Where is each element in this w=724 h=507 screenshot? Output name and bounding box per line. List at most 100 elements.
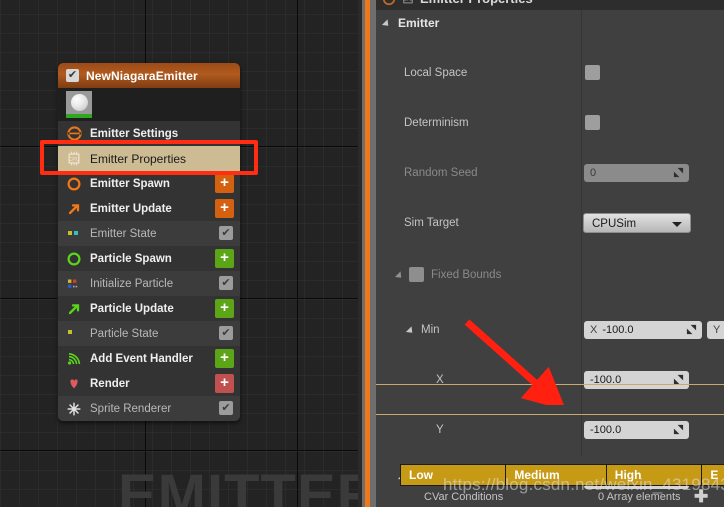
panel-splitter[interactable] (358, 0, 376, 507)
chevron-down-icon[interactable] (405, 326, 416, 336)
stack-row-label: Render (90, 377, 130, 390)
stack-row-particle-state[interactable]: Particle State ✔ (58, 321, 240, 346)
circle-orange-icon (66, 176, 82, 192)
stack-row-emitter-state[interactable]: Emitter State ✔ (58, 221, 240, 246)
graph-watermark: EMITTER (118, 463, 358, 507)
init-squares-icon (66, 276, 82, 292)
stack-row-label: Particle State (90, 327, 159, 340)
property-label: Y (436, 423, 444, 436)
emitter-thumbnail[interactable] (66, 91, 92, 118)
min-x-field[interactable]: -100.0 (584, 371, 689, 389)
highlight-border-top (376, 384, 724, 385)
property-label: Determinism (404, 116, 469, 129)
highlight-border-bottom (376, 414, 724, 415)
cpu-icon: CPU (66, 151, 82, 167)
stack-row-initialize-particle[interactable]: Initialize Particle ✔ (58, 271, 240, 296)
stack-row-label: Particle Update (90, 302, 174, 315)
stack-row-label: Emitter Properties (90, 151, 187, 166)
stack-row-label: Add Event Handler (90, 352, 193, 365)
section-header-emitter[interactable]: Emitter (376, 10, 724, 35)
details-panel[interactable]: CPU Emitter Properties Emitter Local Spa… (376, 0, 724, 507)
property-label: Local Space (404, 66, 468, 79)
property-row-local-space[interactable]: Local Space ✔ (376, 60, 724, 85)
arrow-orange-icon (66, 201, 82, 217)
state-squares-icon (66, 226, 82, 242)
drag-spinner-icon[interactable] (686, 324, 697, 335)
emitter-node-title: NewNiagaraEmitter (86, 68, 198, 83)
random-seed-field: 0 (584, 164, 689, 182)
stack-row-emitter-settings[interactable]: Emitter Settings (58, 121, 240, 146)
stack-row-particle-update[interactable]: Particle Update + (58, 296, 240, 321)
property-label: Fixed Bounds (431, 268, 502, 281)
module-enabled-checkbox[interactable]: ✔ (219, 226, 233, 240)
emitter-enabled-checkbox[interactable]: ✔ (66, 69, 79, 82)
sphere-preview-icon (70, 94, 88, 111)
emitter-settings-icon (383, 0, 395, 5)
stack-row-label: Emitter State (90, 227, 157, 240)
render-heart-icon (66, 376, 82, 392)
property-row-min-x[interactable]: X -100.0 (376, 367, 724, 392)
stack-row-add-event-handler[interactable]: Add Event Handler + (58, 346, 240, 371)
emitter-node-header[interactable]: ✔ NewNiagaraEmitter (58, 63, 240, 88)
min-vector-x-field[interactable]: X -100.0 (584, 321, 702, 339)
details-panel-title-bar: CPU Emitter Properties (376, 0, 724, 10)
stack-row-label: Sprite Renderer (90, 402, 172, 415)
svg-text:CPU: CPU (68, 157, 79, 163)
add-renderer-button[interactable]: + (215, 374, 234, 393)
sim-target-dropdown[interactable]: CPUSim (583, 213, 691, 233)
property-row-random-seed: Random Seed 0 (376, 160, 724, 185)
drag-spinner-icon[interactable] (673, 424, 684, 435)
emitter-node[interactable]: ✔ NewNiagaraEmitter Emitter Settings CPU… (58, 63, 240, 421)
section-label: Emitter (398, 15, 440, 30)
stack-row-sprite-renderer[interactable]: Sprite Renderer ✔ (58, 396, 240, 421)
cpu-icon: CPU (403, 0, 413, 3)
add-module-button[interactable]: + (215, 249, 234, 268)
property-label: Random Seed (404, 166, 478, 179)
dot-yellow-icon (66, 326, 82, 342)
chevron-down-icon[interactable] (394, 271, 405, 281)
fixed-bounds-checkbox[interactable]: ✔ (409, 267, 424, 282)
details-panel-title: Emitter Properties (420, 0, 533, 6)
property-label: Sim Target (404, 216, 459, 229)
min-y-value: -100.0 (590, 424, 622, 436)
circle-green-icon (66, 251, 82, 267)
stack-row-label: Emitter Spawn (90, 177, 170, 190)
add-module-button[interactable]: + (215, 349, 234, 368)
axis-label: Y (713, 324, 721, 336)
svg-text:CPU: CPU (403, 0, 412, 2)
property-row-sim-target[interactable]: Sim Target CPUSim (376, 210, 724, 235)
url-watermark: https://blog.csdn.net/weixin_43198436 (443, 475, 724, 494)
add-module-button[interactable]: + (215, 174, 234, 193)
module-enabled-checkbox[interactable]: ✔ (219, 326, 233, 340)
niagara-graph-canvas[interactable]: EMITTER ✔ NewNiagaraEmitter Emitter Sett… (0, 0, 358, 507)
emitter-settings-icon (66, 126, 82, 142)
min-vector-y-field[interactable]: Y (707, 321, 724, 339)
property-row-min-y[interactable]: Y -100.0 (376, 417, 724, 442)
property-label: Min (421, 323, 440, 336)
stack-row-emitter-update[interactable]: Emitter Update + (58, 196, 240, 221)
arrow-green-icon (66, 301, 82, 317)
sim-target-value: CPUSim (592, 218, 637, 230)
emitter-thumbnail-row (58, 88, 240, 121)
module-enabled-checkbox[interactable]: ✔ (219, 276, 233, 290)
stack-row-label: Particle Spawn (90, 252, 172, 265)
property-row-determinism[interactable]: Determinism ✔ (376, 110, 724, 135)
stack-row-label: Emitter Update (90, 202, 172, 215)
min-y-field[interactable]: -100.0 (584, 421, 689, 439)
module-enabled-checkbox[interactable]: ✔ (219, 401, 233, 415)
property-row-fixed-bounds[interactable]: ✔ Fixed Bounds (376, 262, 724, 287)
determinism-checkbox[interactable]: ✔ (585, 115, 600, 130)
local-space-checkbox[interactable]: ✔ (585, 65, 600, 80)
chevron-down-icon[interactable] (381, 19, 392, 29)
stack-row-label: Emitter Settings (90, 127, 179, 140)
stack-row-emitter-properties[interactable]: CPU Emitter Properties (58, 146, 240, 171)
add-module-button[interactable]: + (215, 199, 234, 218)
sprite-star-icon (66, 401, 82, 417)
add-module-button[interactable]: + (215, 299, 234, 318)
stack-row-emitter-spawn[interactable]: Emitter Spawn + (58, 171, 240, 196)
stack-row-particle-spawn[interactable]: Particle Spawn + (58, 246, 240, 271)
property-row-min[interactable]: Min X -100.0 Y (376, 317, 724, 342)
chevron-down-icon[interactable] (672, 222, 682, 227)
axis-label: X (590, 324, 598, 336)
stack-row-render[interactable]: Render + (58, 371, 240, 396)
